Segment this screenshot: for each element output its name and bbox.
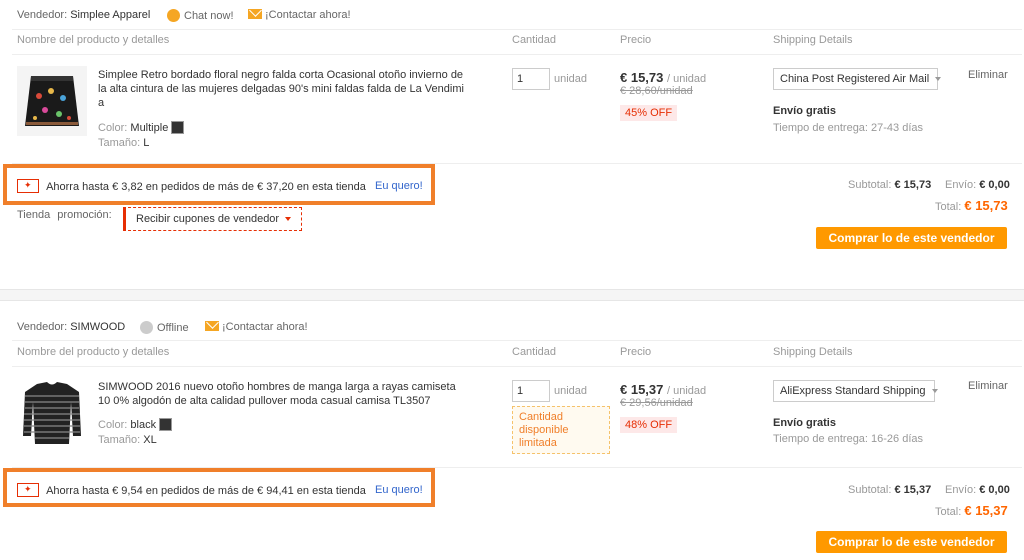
quantity-input[interactable] xyxy=(512,68,550,90)
qty-unit: unidad xyxy=(554,385,588,397)
limited-stock-notice: Cantidad disponible limitada xyxy=(512,406,610,454)
chevron-down-icon xyxy=(931,389,938,393)
contact-now-link[interactable]: ¡Contactar ahora! xyxy=(248,9,351,21)
shipping-cost-line: Envío: € 0,00 xyxy=(945,179,1010,191)
shipping-method-select[interactable]: AliExpress Standard Shipping xyxy=(773,380,938,402)
product-color: Color: black xyxy=(98,418,173,431)
product-title-link[interactable]: SIMWOOD 2016 nuevo otoño hombres de mang… xyxy=(98,380,464,408)
product-image[interactable] xyxy=(17,66,87,136)
vendor-line: Vendedor: Simplee Apparel xyxy=(17,9,150,21)
delivery-time: Tiempo de entrega: 27-43 días xyxy=(773,122,924,134)
col-head-qty: Cantidad xyxy=(512,34,557,46)
color-swatch xyxy=(159,418,173,431)
vendor-name-link[interactable]: Simplee Apparel xyxy=(70,9,150,21)
delivery-time: Tiempo de entrega: 16-26 días xyxy=(773,433,924,445)
col-head-shipping: Shipping Details xyxy=(773,34,853,46)
free-shipping: Envío gratis xyxy=(773,105,836,117)
product-color: Color: Multiple xyxy=(98,121,185,134)
buy-from-seller-button[interactable]: Comprar lo de este vendedor xyxy=(816,531,1007,553)
subtotal-line: Subtotal: € 15,73 xyxy=(848,179,932,191)
discount-badge: 48% OFF xyxy=(620,417,678,433)
product-price: € 15,37 / unidad xyxy=(620,382,707,397)
old-price: € 29,56/unidad xyxy=(620,397,693,409)
vendor-name-link[interactable]: SIMWOOD xyxy=(70,321,125,333)
mail-icon xyxy=(205,321,219,331)
quantity-input[interactable] xyxy=(512,380,550,402)
chevron-down-icon xyxy=(935,77,942,81)
offline-status: Offline xyxy=(140,321,189,334)
col-head-shipping: Shipping Details xyxy=(773,346,853,358)
remove-item-link[interactable]: Eliminar xyxy=(968,380,1008,392)
free-shipping: Envío gratis xyxy=(773,417,836,429)
subtotal-line: Subtotal: € 15,37 xyxy=(848,484,932,496)
vendor-line: Vendedor: SIMWOOD xyxy=(17,321,125,333)
chat-online-icon xyxy=(167,9,180,22)
offline-text: Offline xyxy=(157,322,189,334)
product-price: € 15,73 / unidad xyxy=(620,70,707,85)
col-head-price: Precio xyxy=(620,346,652,358)
shipping-cost-line: Envío: € 0,00 xyxy=(945,484,1010,496)
store-promo-line: Ahorra hasta € 9,54 en pedidos de más de… xyxy=(17,483,366,497)
promo-want-link[interactable]: Eu quero! xyxy=(375,484,423,496)
total-line: Total: € 15,73 xyxy=(935,198,1008,213)
chevron-down-icon xyxy=(285,217,292,221)
product-size: Tamaño: L xyxy=(98,137,150,149)
vendor-label: Vendedor: xyxy=(17,9,68,21)
qty-unit: unidad xyxy=(554,73,588,85)
discount-badge: 45% OFF xyxy=(620,105,678,121)
store-separator xyxy=(0,289,1024,301)
promo-want-link[interactable]: Eu quero! xyxy=(375,180,423,192)
col-head-product: Nombre del producto y detalles xyxy=(17,34,170,46)
coupon-icon xyxy=(17,483,39,497)
coupon-icon xyxy=(17,179,39,193)
total-line: Total: € 15,37 xyxy=(935,503,1008,518)
store-promo-line: Ahorra hasta € 3,82 en pedidos de más de… xyxy=(17,179,366,193)
vendor-label: Vendedor: xyxy=(17,321,68,333)
old-price: € 28,60/unidad xyxy=(620,85,693,97)
offline-icon xyxy=(140,321,153,334)
product-title-link[interactable]: Simplee Retro bordado floral negro falda… xyxy=(98,68,464,110)
promo-text: Ahorra hasta € 3,82 en pedidos de más de… xyxy=(46,181,366,193)
remove-item-link[interactable]: Eliminar xyxy=(968,69,1008,81)
buy-from-seller-button[interactable]: Comprar lo de este vendedor xyxy=(816,227,1007,249)
col-head-price: Precio xyxy=(620,34,652,46)
contact-now-text: ¡Contactar ahora! xyxy=(265,9,351,21)
seller-coupons-dropdown[interactable]: Recibir cupones de vendedor xyxy=(123,207,303,231)
chat-now-text: Chat now! xyxy=(184,10,234,22)
shipping-method-select[interactable]: China Post Registered Air Mail xyxy=(773,68,942,90)
contact-now-link[interactable]: ¡Contactar ahora! xyxy=(205,321,308,333)
color-swatch xyxy=(171,121,185,134)
contact-now-text: ¡Contactar ahora! xyxy=(222,321,308,333)
product-image[interactable] xyxy=(17,378,87,448)
col-head-product: Nombre del producto y detalles xyxy=(17,346,170,358)
promo-text: Ahorra hasta € 9,54 en pedidos de más de… xyxy=(46,485,366,497)
store-promo-label: Tienda promoción: xyxy=(17,209,112,221)
col-head-qty: Cantidad xyxy=(512,346,557,358)
mail-icon xyxy=(248,9,262,19)
product-size: Tamaño: XL xyxy=(98,434,157,446)
chat-now-link[interactable]: Chat now! xyxy=(167,9,234,22)
